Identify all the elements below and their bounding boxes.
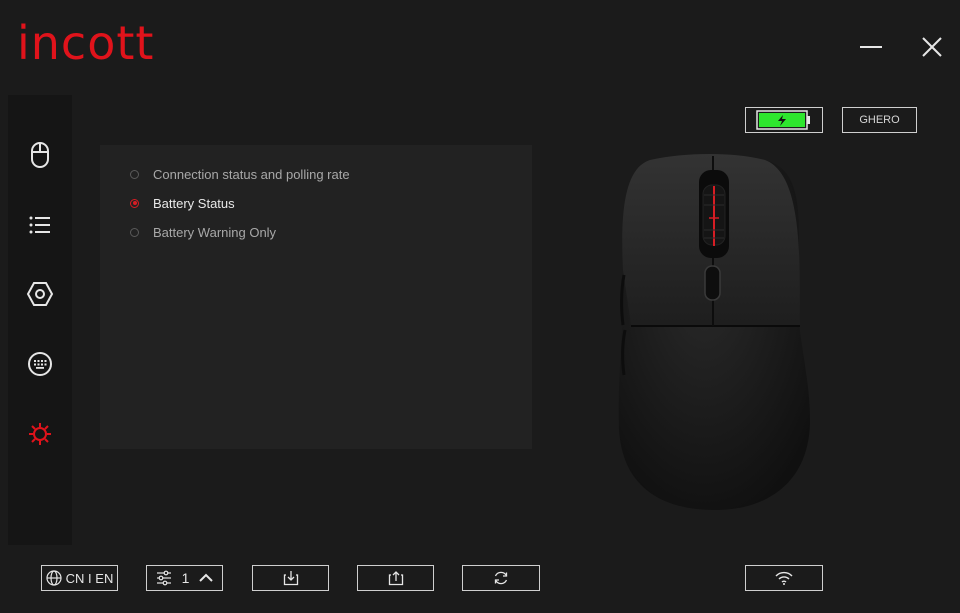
reset-icon bbox=[494, 571, 508, 585]
mouse-icon bbox=[31, 142, 49, 168]
hexagon-settings-icon bbox=[26, 282, 54, 306]
export-button[interactable] bbox=[357, 565, 434, 591]
option-label: Connection status and polling rate bbox=[153, 166, 350, 182]
gear-icon bbox=[29, 423, 51, 445]
sidebar-item-settings[interactable] bbox=[25, 419, 55, 449]
globe-icon bbox=[46, 570, 62, 586]
close-button[interactable] bbox=[919, 34, 945, 60]
profile-selector[interactable]: 1 bbox=[146, 565, 223, 591]
wireless-button[interactable] bbox=[745, 565, 823, 591]
list-icon bbox=[29, 216, 50, 234]
profile-number: 1 bbox=[181, 570, 190, 586]
sidebar-item-mouse[interactable] bbox=[25, 140, 55, 170]
option-battery-status[interactable]: Battery Status bbox=[130, 194, 235, 212]
settings-panel: Connection status and polling rate Batte… bbox=[100, 145, 532, 449]
export-icon bbox=[388, 571, 403, 586]
reset-button[interactable] bbox=[462, 565, 540, 591]
option-label: Battery Status bbox=[153, 195, 235, 211]
profile-name-button[interactable]: GHERO bbox=[842, 107, 917, 133]
profile-name: GHERO bbox=[859, 114, 900, 126]
option-battery-warning[interactable]: Battery Warning Only bbox=[130, 223, 276, 241]
minimize-icon bbox=[860, 46, 882, 48]
import-icon bbox=[283, 571, 298, 586]
import-button[interactable] bbox=[252, 565, 329, 591]
sidebar bbox=[8, 95, 72, 545]
option-connection-status[interactable]: Connection status and polling rate bbox=[130, 165, 350, 183]
sidebar-item-list[interactable] bbox=[25, 210, 55, 240]
option-label: Battery Warning Only bbox=[153, 224, 277, 240]
wifi-icon bbox=[775, 571, 793, 585]
radio-connection-status[interactable] bbox=[130, 169, 139, 179]
keyboard-icon bbox=[28, 352, 52, 376]
language-toggle[interactable]: CN I EN bbox=[41, 565, 118, 591]
battery-charging-icon bbox=[756, 110, 810, 130]
battery-indicator[interactable] bbox=[745, 107, 823, 133]
radio-battery-status[interactable] bbox=[130, 198, 139, 208]
radio-battery-warning[interactable] bbox=[130, 227, 139, 237]
minimize-button[interactable] bbox=[858, 34, 884, 60]
app-logo: incott bbox=[17, 16, 155, 70]
sliders-icon bbox=[156, 570, 171, 586]
sidebar-item-hexagon-settings[interactable] bbox=[25, 279, 55, 309]
mouse-image bbox=[605, 150, 820, 520]
chevron-up-icon bbox=[199, 573, 214, 582]
language-label: CN I EN bbox=[65, 570, 114, 586]
sidebar-item-keyboard[interactable] bbox=[25, 349, 55, 379]
close-icon bbox=[922, 37, 942, 57]
